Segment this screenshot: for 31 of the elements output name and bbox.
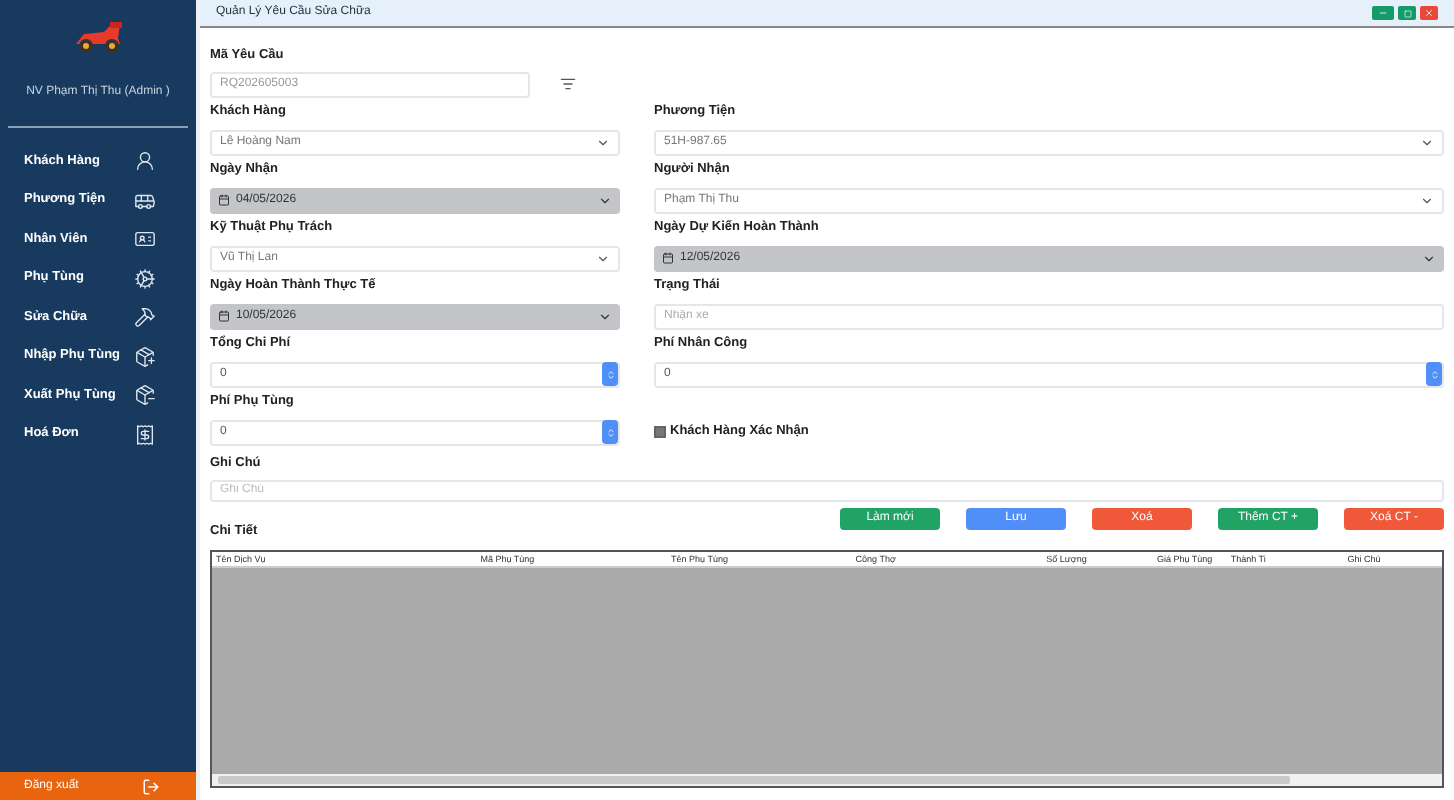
list-filter-icon[interactable] bbox=[560, 76, 576, 93]
spinner-icon[interactable] bbox=[602, 362, 618, 387]
chevron-down-icon bbox=[596, 251, 610, 266]
box-in-icon bbox=[134, 345, 156, 368]
checkbox[interactable] bbox=[654, 426, 666, 439]
race-car-icon bbox=[72, 20, 124, 56]
chevron-down-icon bbox=[598, 193, 612, 208]
person-icon bbox=[134, 150, 156, 173]
spinner-icon[interactable] bbox=[1426, 362, 1442, 387]
calendar-icon bbox=[218, 310, 230, 323]
hammer-icon bbox=[134, 306, 156, 329]
maximize-button[interactable] bbox=[1398, 6, 1416, 20]
receipt-icon bbox=[134, 423, 156, 446]
box-out-icon bbox=[134, 384, 156, 407]
scrollbar-thumb[interactable] bbox=[218, 775, 1290, 783]
spinner-icon[interactable] bbox=[602, 420, 618, 445]
minimize-icon bbox=[1378, 8, 1388, 18]
chevron-down-icon bbox=[1420, 193, 1434, 208]
gear-icon bbox=[134, 267, 156, 290]
calendar-icon bbox=[662, 252, 674, 265]
maximize-icon bbox=[1403, 9, 1411, 17]
calendar-icon bbox=[218, 194, 230, 207]
logout-icon bbox=[142, 777, 160, 795]
bus-icon bbox=[134, 189, 156, 212]
chevron-down-icon bbox=[596, 135, 610, 150]
chevron-down-icon bbox=[1420, 135, 1434, 150]
close-button[interactable] bbox=[1420, 6, 1438, 20]
chevron-down-icon bbox=[1422, 251, 1436, 266]
minimize-button[interactable] bbox=[1372, 6, 1394, 20]
chevron-down-icon bbox=[598, 309, 612, 324]
id-card-icon bbox=[134, 228, 156, 251]
